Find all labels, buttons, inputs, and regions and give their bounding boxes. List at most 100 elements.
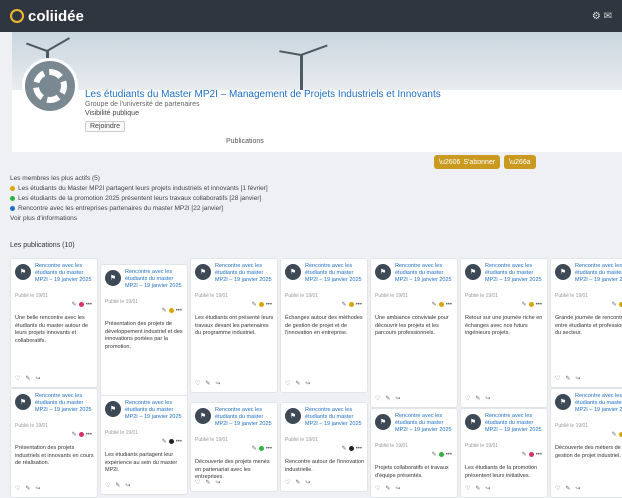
tab-publications[interactable]: Publications	[226, 138, 264, 145]
more-options-icon[interactable]: •••	[536, 452, 542, 458]
edit-icon[interactable]: ✎	[612, 431, 617, 438]
edit-icon[interactable]: ✎	[252, 301, 257, 308]
publication-title[interactable]: Rencontre avec les étudiants du master M…	[395, 263, 457, 284]
edit-icon[interactable]: ✎	[432, 451, 437, 458]
share-icon[interactable]: ↪	[305, 380, 310, 387]
publication-card[interactable]: ⚑ Rencontre avec les étudiants du master …	[100, 264, 188, 409]
publication-card[interactable]: ⚑ Rencontre avec les étudiants du master …	[10, 388, 98, 498]
edit-icon[interactable]: ✎	[162, 438, 167, 445]
publication-card[interactable]: ⚑ Rencontre avec les étudiants du master …	[280, 402, 368, 492]
comment-icon[interactable]: ✎	[205, 479, 210, 486]
publication-card[interactable]: ⚑ Rencontre avec les étudiants du master …	[370, 408, 458, 498]
share-icon[interactable]: ↪	[485, 395, 490, 402]
publication-title[interactable]: Rencontre avec les étudiants du master M…	[125, 400, 187, 421]
more-options-icon[interactable]: •••	[356, 302, 362, 308]
more-options-icon[interactable]: •••	[356, 446, 362, 452]
share-icon[interactable]: ↪	[305, 479, 310, 486]
edit-icon[interactable]: ✎	[522, 451, 527, 458]
publication-title[interactable]: Rencontre avec les étudiants du master M…	[125, 269, 187, 290]
edit-icon[interactable]: ✎	[522, 301, 527, 308]
edit-icon[interactable]: ✎	[342, 301, 347, 308]
publication-card[interactable]: ⚑ Rencontre avec les étudiants du master …	[370, 258, 458, 408]
publication-title[interactable]: Rencontre avec les étudiants du master M…	[485, 263, 547, 284]
comment-icon[interactable]: ✎	[565, 485, 570, 492]
comment-icon[interactable]: ✎	[475, 485, 480, 492]
publication-card[interactable]: ⚑ Rencontre avec les étudiants du master …	[190, 402, 278, 492]
publication-title[interactable]: Rencontre avec les étudiants du master M…	[35, 393, 97, 414]
comment-icon[interactable]: ✎	[25, 375, 30, 382]
share-icon[interactable]: ↪	[215, 479, 220, 486]
edit-icon[interactable]: ✎	[432, 301, 437, 308]
more-options-icon[interactable]: •••	[536, 302, 542, 308]
share-icon[interactable]: ↪	[575, 485, 580, 492]
share-icon[interactable]: ↪	[35, 485, 40, 492]
publication-card[interactable]: ⚑ Rencontre avec les étudiants du master …	[460, 408, 548, 498]
bell-icon[interactable]: \u266a	[504, 155, 536, 169]
publication-title[interactable]: Rencontre avec les étudiants du master M…	[485, 413, 547, 434]
like-icon[interactable]: ♡	[375, 395, 380, 402]
publication-card[interactable]: ⚑ Rencontre avec les étudiants du master …	[550, 258, 622, 388]
follow-button[interactable]: \u2606 S'abonner	[434, 155, 501, 169]
comment-icon[interactable]: ✎	[295, 380, 300, 387]
info-item[interactable]: Les étudiants du Master MP2I partagent l…	[10, 184, 610, 194]
publication-card[interactable]: ⚑ Rencontre avec les étudiants du master …	[100, 395, 188, 495]
share-icon[interactable]: ↪	[215, 380, 220, 387]
join-group-button[interactable]: Rejoindre	[85, 121, 125, 132]
comment-icon[interactable]: ✎	[205, 380, 210, 387]
more-options-icon[interactable]: •••	[176, 439, 182, 445]
publication-title[interactable]: Rencontre avec les étudiants du master M…	[215, 407, 277, 428]
publication-title[interactable]: Rencontre avec les étudiants du master M…	[395, 413, 457, 434]
comment-icon[interactable]: ✎	[475, 395, 480, 402]
like-icon[interactable]: ♡	[375, 485, 380, 492]
more-options-icon[interactable]: •••	[446, 302, 452, 308]
edit-icon[interactable]: ✎	[72, 431, 77, 438]
info-item[interactable]: Les étudiants de la promotion 2025 prése…	[10, 194, 610, 204]
comment-icon[interactable]: ✎	[385, 395, 390, 402]
see-more-link[interactable]: Voir plus d'informations	[10, 214, 610, 224]
comment-icon[interactable]: ✎	[295, 479, 300, 486]
publication-card[interactable]: ⚑ Rencontre avec les étudiants du master …	[190, 258, 278, 393]
publication-title[interactable]: Rencontre avec les étudiants du master M…	[215, 263, 277, 284]
like-icon[interactable]: ♡	[195, 380, 200, 387]
share-icon[interactable]: ↪	[35, 375, 40, 382]
more-options-icon[interactable]: •••	[266, 302, 272, 308]
like-icon[interactable]: ♡	[15, 375, 20, 382]
edit-icon[interactable]: ✎	[612, 301, 617, 308]
coliidee-logo[interactable]: coliidée	[10, 8, 84, 25]
comment-icon[interactable]: ✎	[565, 375, 570, 382]
topbar-actions[interactable]: ⚙ ✉	[592, 11, 612, 22]
like-icon[interactable]: ♡	[195, 479, 200, 486]
more-options-icon[interactable]: •••	[86, 432, 92, 438]
share-icon[interactable]: ↪	[575, 375, 580, 382]
like-icon[interactable]: ♡	[285, 380, 290, 387]
publication-title[interactable]: Rencontre avec les étudiants du master M…	[575, 393, 622, 414]
more-options-icon[interactable]: •••	[266, 446, 272, 452]
more-options-icon[interactable]: •••	[446, 452, 452, 458]
edit-icon[interactable]: ✎	[162, 307, 167, 314]
share-icon[interactable]: ↪	[395, 395, 400, 402]
like-icon[interactable]: ♡	[465, 485, 470, 492]
share-icon[interactable]: ↪	[395, 485, 400, 492]
edit-icon[interactable]: ✎	[342, 445, 347, 452]
more-options-icon[interactable]: •••	[86, 302, 92, 308]
comment-icon[interactable]: ✎	[25, 485, 30, 492]
like-icon[interactable]: ♡	[555, 485, 560, 492]
like-icon[interactable]: ♡	[285, 479, 290, 486]
publication-card[interactable]: ⚑ Rencontre avec les étudiants du master …	[10, 258, 98, 388]
like-icon[interactable]: ♡	[15, 485, 20, 492]
more-options-icon[interactable]: •••	[176, 308, 182, 314]
publication-title[interactable]: Rencontre avec les étudiants du master M…	[35, 263, 97, 284]
publication-title[interactable]: Rencontre avec les étudiants du master M…	[305, 263, 367, 284]
edit-icon[interactable]: ✎	[252, 445, 257, 452]
publication-title[interactable]: Rencontre avec les étudiants du master M…	[305, 407, 367, 428]
publication-card[interactable]: ⚑ Rencontre avec les étudiants du master …	[280, 258, 368, 393]
info-item[interactable]: Rencontre avec les entreprises partenair…	[10, 204, 610, 214]
edit-icon[interactable]: ✎	[72, 301, 77, 308]
comment-icon[interactable]: ✎	[385, 485, 390, 492]
like-icon[interactable]: ♡	[465, 395, 470, 402]
publication-title[interactable]: Rencontre avec les étudiants du master M…	[575, 263, 622, 284]
share-icon[interactable]: ↪	[485, 485, 490, 492]
like-icon[interactable]: ♡	[555, 375, 560, 382]
publication-card[interactable]: ⚑ Rencontre avec les étudiants du master …	[550, 388, 622, 498]
publication-card[interactable]: ⚑ Rencontre avec les étudiants du master …	[460, 258, 548, 408]
